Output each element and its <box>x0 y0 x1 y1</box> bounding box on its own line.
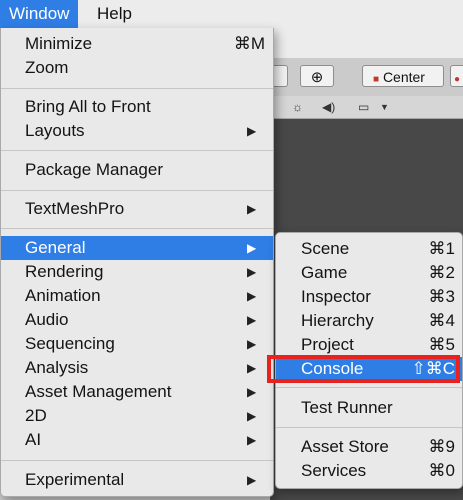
global-toggle[interactable]: ● <box>450 65 463 87</box>
menu-item-sequencing[interactable]: Sequencing ▶ <box>1 332 273 356</box>
menu-separator <box>276 387 462 388</box>
submenu-item-game[interactable]: Game ⌘2 <box>276 261 462 285</box>
minimize-label: Minimize <box>25 34 93 53</box>
asset-store-label: Asset Store <box>301 437 389 456</box>
submenu-item-services[interactable]: Services ⌘0 <box>276 459 462 483</box>
console-shortcut: ⇧⌘C <box>411 359 455 378</box>
ai-label: AI <box>25 430 42 449</box>
menu-separator <box>1 190 273 191</box>
rendering-label: Rendering <box>25 262 104 281</box>
light-icon[interactable]: ☼ <box>292 98 303 116</box>
submenu-arrow-icon: ▶ <box>247 473 257 487</box>
submenu-arrow-icon: ▶ <box>247 289 257 303</box>
menu-separator <box>1 460 273 461</box>
menu-bar: Window Help <box>0 0 463 29</box>
image-effects-icon[interactable]: ▭ <box>358 98 369 116</box>
scene-view-toolbar: ☼ ◀) ▭ ▼ <box>270 96 463 119</box>
dropdown-arrow-icon[interactable]: ▼ <box>380 98 389 116</box>
zoom-label: Zoom <box>25 58 69 77</box>
project-label: Project <box>301 335 354 354</box>
scene-shortcut: ⌘1 <box>428 239 455 258</box>
submenu-arrow-icon: ▶ <box>247 241 257 255</box>
menu-item-ai[interactable]: AI ▶ <box>1 428 273 452</box>
services-shortcut: ⌘0 <box>428 461 455 480</box>
menu-item-rendering[interactable]: Rendering ▶ <box>1 260 273 284</box>
submenu-arrow-icon: ▶ <box>247 124 257 138</box>
sequencing-label: Sequencing <box>25 334 115 353</box>
submenu-item-console[interactable]: Console ⇧⌘C <box>276 357 462 381</box>
rect-tool-button[interactable] <box>272 65 288 87</box>
test-runner-label: Test Runner <box>301 398 393 417</box>
editor-title-strip <box>270 28 463 58</box>
menu-item-zoom[interactable]: Zoom <box>1 56 273 80</box>
package-manager-label: Package Manager <box>25 160 163 179</box>
transform-tool-button[interactable]: ⊕ <box>300 65 334 87</box>
experimental-label: Experimental <box>25 470 125 489</box>
center-label: Center <box>382 69 425 85</box>
menu-item-audio[interactable]: Audio ▶ <box>1 308 273 332</box>
general-submenu: Scene ⌘1 Game ⌘2 Inspector ⌘3 Hierarchy … <box>275 232 463 489</box>
pivot-center-toggle[interactable]: ■ Center <box>362 65 444 87</box>
window-menu-dropdown: Minimize ⌘M Zoom Bring All to Front Layo… <box>0 28 274 497</box>
globe-icon: ● <box>454 74 461 85</box>
submenu-arrow-icon: ▶ <box>247 313 257 327</box>
submenu-arrow-icon: ▶ <box>247 433 257 447</box>
game-shortcut: ⌘2 <box>428 263 455 282</box>
submenu-item-test-runner[interactable]: Test Runner <box>276 396 462 420</box>
hierarchy-label: Hierarchy <box>301 311 374 330</box>
animation-label: Animation <box>25 286 101 305</box>
menu-item-bring-all-to-front[interactable]: Bring All to Front <box>1 95 273 119</box>
analysis-label: Analysis <box>25 358 89 377</box>
console-label: Console <box>301 359 364 378</box>
menu-item-package-manager[interactable]: Package Manager <box>1 158 273 182</box>
textmeshpro-label: TextMeshPro <box>25 199 125 218</box>
menu-item-experimental[interactable]: Experimental ▶ <box>1 468 273 492</box>
editor-toolbar: ⊕ ■ Center ● <box>270 58 463 97</box>
menu-item-animation[interactable]: Animation ▶ <box>1 284 273 308</box>
menu-help[interactable]: Help <box>88 0 141 28</box>
submenu-item-asset-store[interactable]: Asset Store ⌘9 <box>276 435 462 459</box>
submenu-arrow-icon: ▶ <box>247 337 257 351</box>
inspector-label: Inspector <box>301 287 371 306</box>
submenu-arrow-icon: ▶ <box>247 265 257 279</box>
menu-separator <box>1 88 273 89</box>
asset-management-label: Asset Management <box>25 382 172 401</box>
menu-item-analysis[interactable]: Analysis ▶ <box>1 356 273 380</box>
menu-separator <box>1 228 273 229</box>
submenu-arrow-icon: ▶ <box>247 361 257 375</box>
asset-store-shortcut: ⌘9 <box>428 437 455 456</box>
pivot-icon: ■ <box>373 74 380 85</box>
submenu-item-scene[interactable]: Scene ⌘1 <box>276 237 462 261</box>
hierarchy-shortcut: ⌘4 <box>428 311 455 330</box>
scene-label: Scene <box>301 239 350 258</box>
submenu-arrow-icon: ▶ <box>247 202 257 216</box>
project-shortcut: ⌘5 <box>428 335 455 354</box>
layouts-label: Layouts <box>25 121 85 140</box>
menu-item-textmeshpro[interactable]: TextMeshPro ▶ <box>1 197 273 221</box>
move-icon: ⊕ <box>310 69 324 86</box>
submenu-item-project[interactable]: Project ⌘5 <box>276 333 462 357</box>
bring-all-label: Bring All to Front <box>25 97 151 116</box>
menu-item-layouts[interactable]: Layouts ▶ <box>1 119 273 143</box>
2d-label: 2D <box>25 406 47 425</box>
menu-item-general[interactable]: General ▶ <box>1 236 273 260</box>
menu-item-2d[interactable]: 2D ▶ <box>1 404 273 428</box>
submenu-item-hierarchy[interactable]: Hierarchy ⌘4 <box>276 309 462 333</box>
menu-separator <box>1 150 273 151</box>
inspector-shortcut: ⌘3 <box>428 287 455 306</box>
audio-icon[interactable]: ◀) <box>322 98 335 116</box>
services-label: Services <box>301 461 367 480</box>
submenu-arrow-icon: ▶ <box>247 385 257 399</box>
menu-separator <box>276 427 462 428</box>
submenu-item-inspector[interactable]: Inspector ⌘3 <box>276 285 462 309</box>
general-label: General <box>25 238 86 257</box>
menu-item-asset-management[interactable]: Asset Management ▶ <box>1 380 273 404</box>
audio-label: Audio <box>25 310 69 329</box>
menu-item-minimize[interactable]: Minimize ⌘M <box>1 32 273 56</box>
submenu-arrow-icon: ▶ <box>247 409 257 423</box>
menu-window[interactable]: Window <box>0 0 79 28</box>
game-label: Game <box>301 263 348 282</box>
minimize-shortcut: ⌘M <box>233 34 265 53</box>
